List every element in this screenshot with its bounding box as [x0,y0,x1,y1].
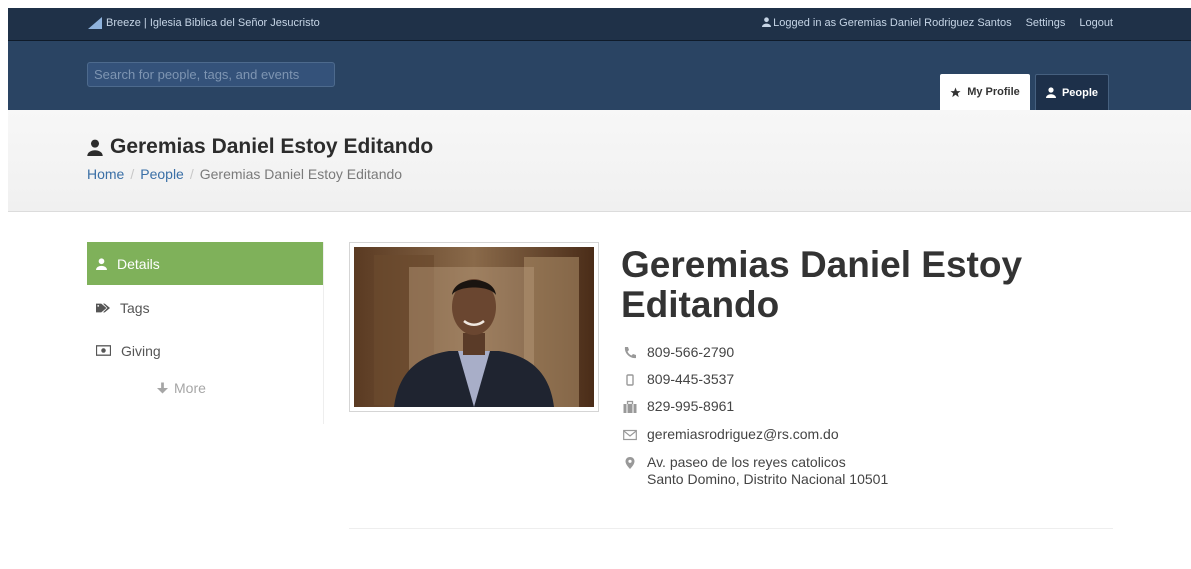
address-line1: Av. paseo de los reyes catolicos [647,454,846,470]
phone-home-row[interactable]: 809-566-2790 [623,344,734,360]
phone-mobile-row[interactable]: 809-445-3537 [623,371,734,387]
more-toggle[interactable]: More [157,380,206,396]
address-text: Av. paseo de los reyes catolicos Santo D… [647,454,888,488]
phone-icon [624,347,636,359]
brand-link[interactable]: Breeze | Iglesia Biblica del Señor Jesuc… [88,17,320,29]
phone-work-row[interactable]: 829-995-8961 [623,398,734,414]
mobile-icon [626,374,634,386]
user-icon [87,139,103,156]
breadcrumb-separator: / [189,166,194,182]
breeze-logo-icon [88,17,102,29]
tab-label: My Profile [967,86,1020,98]
tab-people[interactable]: People [1035,74,1109,110]
top-bar: Breeze | Iglesia Biblica del Señor Jesuc… [8,8,1191,41]
brand-text: Breeze | Iglesia Biblica del Señor Jesuc… [106,17,320,29]
page-title-text: Geremias Daniel Estoy Editando [110,135,434,158]
tags-icon [96,303,110,312]
sidebar-item-details[interactable]: Details [87,242,323,285]
profile-sidebar: Details Tags Giving More [87,242,324,424]
sidebar-item-tags[interactable]: Tags [87,286,323,329]
breadcrumb-people[interactable]: People [140,166,184,182]
logged-in-text: Logged in as Geremias Daniel Rodriguez S… [773,17,1012,29]
nav-bar: My Profile People [8,41,1191,110]
phone-value: 829-995-8961 [647,398,735,414]
more-label: More [174,380,206,396]
page-header: Geremias Daniel Estoy Editando Home / Pe… [8,110,1191,212]
page-title: Geremias Daniel Estoy Editando [87,135,433,159]
address-line2: Santo Domino, Distrito Nacional 10501 [647,471,889,487]
arrow-down-icon [157,382,168,394]
tab-label: People [1061,86,1099,99]
sidebar-item-label: Details [117,255,160,272]
money-icon [96,345,111,356]
profile-photo [349,242,599,412]
divider [349,528,1113,529]
sidebar-item-giving[interactable]: Giving [87,329,323,372]
top-links: Logged in as Geremias Daniel Rodriguez S… [762,17,1113,29]
breadcrumb-current: Geremias Daniel Estoy Editando [199,166,403,182]
settings-link[interactable]: Settings [1026,17,1066,29]
phone-value: 809-566-2790 [647,344,735,360]
breadcrumb-home[interactable]: Home [87,166,124,182]
logout-link[interactable]: Logout [1079,17,1113,29]
sidebar-item-label: Giving [121,342,161,359]
address-row[interactable]: Av. paseo de los reyes catolicos Santo D… [623,454,888,488]
user-icon [1045,87,1056,98]
sidebar-item-label: Tags [120,299,150,316]
logged-in-link[interactable]: Logged in as Geremias Daniel Rodriguez S… [762,17,1012,29]
tab-my-profile[interactable]: My Profile [940,74,1030,110]
user-icon [96,257,107,270]
person-name: Geremias Daniel Estoy Editando [621,244,1023,325]
breadcrumb: Home / People / Geremias Daniel Estoy Ed… [87,166,402,182]
star-icon [950,86,961,97]
email-value: geremiasrodriguez@rs.com.do [647,426,839,442]
phone-value: 809-445-3537 [647,371,735,387]
user-icon [762,17,772,27]
email-row[interactable]: geremiasrodriguez@rs.com.do [623,426,839,442]
briefcase-icon [623,400,637,413]
envelope-icon [623,429,637,441]
profile-photo-image [354,247,594,407]
map-marker-icon [625,457,635,469]
breadcrumb-separator: / [130,166,135,182]
search-input[interactable] [87,62,335,87]
